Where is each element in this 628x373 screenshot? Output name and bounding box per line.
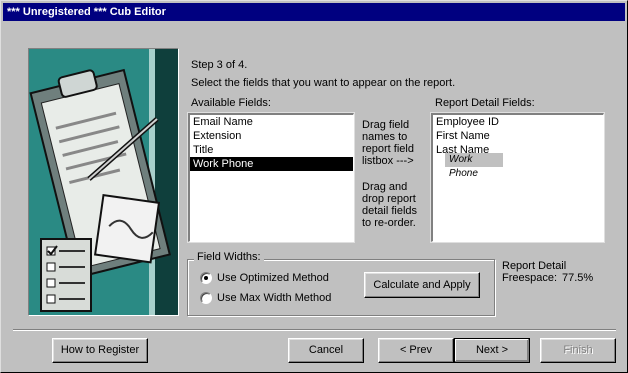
prev-button[interactable]: < Prev [378,338,454,363]
available-fields-listbox[interactable]: Email Name Extension Title Work Phone [187,112,355,243]
list-item[interactable]: Email Name [190,115,353,129]
optimized-radio[interactable] [200,272,212,284]
list-item[interactable]: Employee ID [433,115,603,129]
list-item[interactable]: Extension [190,129,353,143]
freespace-value: 77.5% [562,272,594,284]
maxwidth-radio-label[interactable]: Use Max Width Method [217,292,331,304]
next-button[interactable]: Next > [454,338,530,363]
clipboard-illustration [28,48,179,316]
instruction-text: Select the fields that you want to appea… [191,77,456,89]
cancel-button[interactable]: Cancel [288,338,364,363]
drag-ghost-item: Work Phone [445,153,503,179]
optimized-radio-label[interactable]: Use Optimized Method [217,272,329,284]
step-label: Step 3 of 4. [191,59,248,71]
list-item[interactable]: Title [190,143,353,157]
maxwidth-radio[interactable] [200,292,212,304]
field-widths-title: Field Widths: [194,251,264,263]
report-fields-label: Report Detail Fields: [435,97,535,109]
list-item[interactable]: First Name [433,129,603,143]
finish-button[interactable]: Finish [540,338,616,363]
reorder-help-text: Drag and drop report detail fields to re… [362,181,418,229]
freespace-label: Freespace: [502,272,558,284]
wizard-window: *** Unregistered *** Cub Editor Step 3 o… [0,0,628,373]
calculate-apply-button[interactable]: Calculate and Apply [364,272,480,298]
how-to-register-button[interactable]: How to Register [52,338,148,363]
title-bar[interactable]: *** Unregistered *** Cub Editor [3,3,625,21]
separator [13,329,616,331]
list-item-selected[interactable]: Work Phone [190,157,353,171]
available-fields-label: Available Fields: [191,97,271,109]
report-detail-label: Report Detail [502,260,567,272]
drag-help-text: Drag field names to report field listbox… [362,119,414,167]
window-title: *** Unregistered *** Cub Editor [7,6,166,18]
